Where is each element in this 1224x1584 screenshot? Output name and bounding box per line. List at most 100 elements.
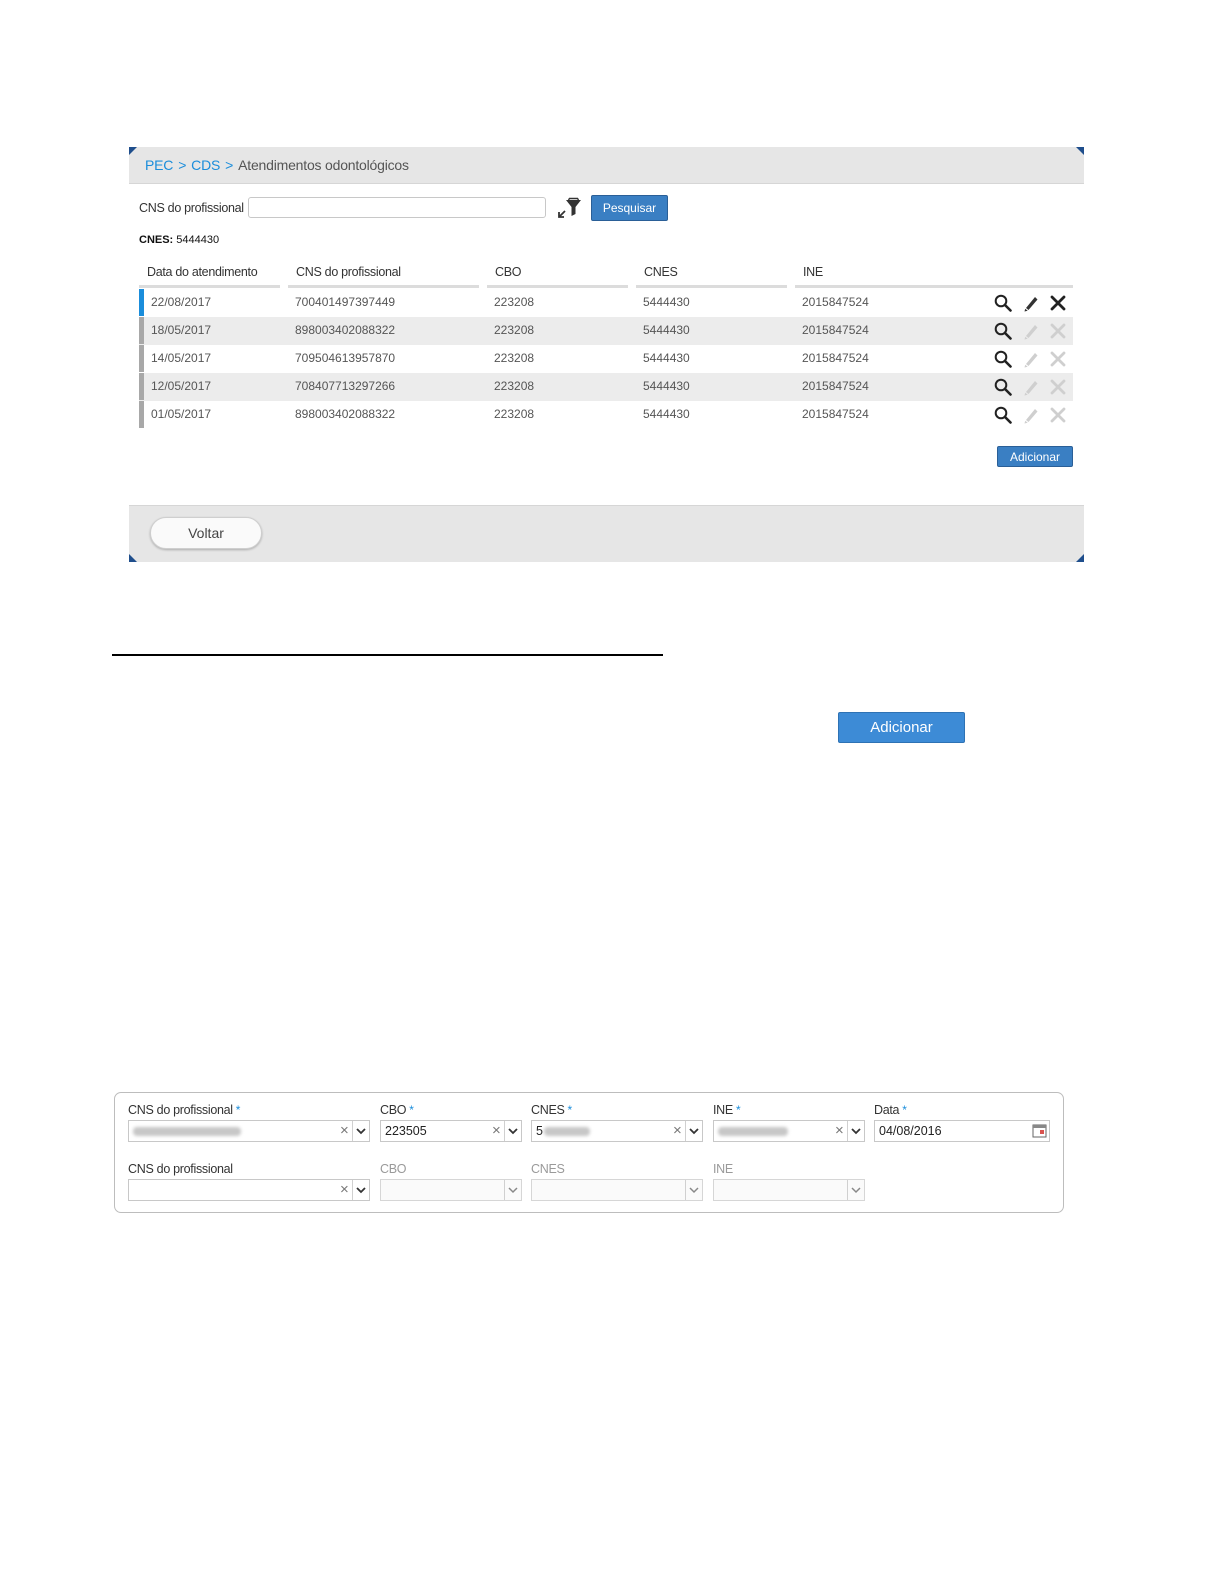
- cell-ine: 2015847524: [802, 407, 869, 421]
- cell-date: 01/05/2017: [151, 407, 212, 421]
- required-asterisk: *: [235, 1103, 241, 1117]
- row-selected-marker: [139, 289, 144, 316]
- corner-decoration: [129, 554, 137, 562]
- close-icon: [1047, 348, 1069, 370]
- cell-cnes: 5444430: [643, 351, 690, 365]
- form-label-cnes-secondary: CNES: [531, 1162, 565, 1176]
- chevron-down-icon[interactable]: [504, 1121, 521, 1141]
- pencil-icon: [1020, 348, 1042, 370]
- table-row[interactable]: 22/08/2017 700401497397449 223208 544443…: [139, 289, 1073, 317]
- search-icon[interactable]: [992, 348, 1014, 370]
- ine-combobox[interactable]: ×: [713, 1120, 865, 1142]
- corner-decoration: [129, 147, 137, 155]
- cbo-combobox[interactable]: 223505 ×: [380, 1120, 522, 1142]
- search-icon[interactable]: [992, 320, 1014, 342]
- cell-cnes: 5444430: [643, 295, 690, 309]
- chevron-down-icon[interactable]: [685, 1121, 702, 1141]
- cell-ine: 2015847524: [802, 295, 869, 309]
- clear-icon[interactable]: ×: [835, 1122, 844, 1139]
- required-asterisk: *: [567, 1103, 573, 1117]
- table-row[interactable]: 12/05/2017 708407713297266 223208 544443…: [139, 373, 1073, 401]
- column-divider: [288, 285, 479, 288]
- required-asterisk: *: [735, 1103, 741, 1117]
- clear-icon[interactable]: ×: [340, 1122, 349, 1139]
- form-label-cns-secondary: CNS do profissional: [128, 1162, 233, 1176]
- panel-header-bar: PEC > CDS > Atendimentos odontológicos: [129, 147, 1084, 184]
- search-icon[interactable]: [992, 404, 1014, 426]
- cell-cbo: 223208: [494, 295, 535, 309]
- column-header-cns[interactable]: CNS do profissional: [296, 265, 401, 279]
- chevron-down-icon: [847, 1180, 864, 1200]
- column-header-date[interactable]: Data do atendimento: [147, 265, 258, 279]
- cell-ine: 2015847524: [802, 351, 869, 365]
- table-row[interactable]: 18/05/2017 898003402088322 223208 544443…: [139, 317, 1073, 345]
- cell-cbo: 223208: [494, 323, 535, 337]
- cns-combobox-secondary[interactable]: ×: [128, 1179, 370, 1201]
- column-header-cbo[interactable]: CBO: [495, 265, 521, 279]
- clear-icon[interactable]: ×: [673, 1122, 682, 1139]
- close-icon: [1047, 376, 1069, 398]
- form-label-ine-secondary: INE: [713, 1162, 733, 1176]
- close-icon[interactable]: [1047, 292, 1069, 314]
- row-marker: [139, 345, 144, 372]
- cell-cbo: 223208: [494, 407, 535, 421]
- required-asterisk: *: [409, 1103, 414, 1117]
- form-label-cns: CNS do profissional *: [128, 1103, 241, 1117]
- cell-date: 22/08/2017: [151, 295, 212, 309]
- add-button-large[interactable]: Adicionar: [838, 712, 965, 743]
- pencil-icon[interactable]: [1020, 292, 1042, 314]
- cell-date: 18/05/2017: [151, 323, 212, 337]
- filter-cns-input[interactable]: [248, 197, 546, 218]
- cnes-info: CNES: 5444430: [139, 234, 219, 246]
- redacted-value: [133, 1127, 241, 1136]
- breadcrumb-link-cds[interactable]: CDS: [191, 157, 220, 173]
- row-marker: [139, 317, 144, 344]
- date-field[interactable]: 04/08/2016: [874, 1120, 1050, 1142]
- chevron-down-icon: [504, 1180, 521, 1200]
- cbo-value: 223505: [385, 1124, 427, 1138]
- column-header-cnes[interactable]: CNES: [644, 265, 678, 279]
- add-button[interactable]: Adicionar: [997, 446, 1073, 467]
- calendar-icon[interactable]: [1032, 1123, 1047, 1138]
- back-button[interactable]: Voltar: [150, 517, 262, 549]
- ine-combobox-secondary: [713, 1179, 865, 1201]
- chevron-down-icon[interactable]: [847, 1121, 864, 1141]
- form-label-ine: INE *: [713, 1103, 741, 1117]
- atendimentos-panel: PEC > CDS > Atendimentos odontológicos CNS d…: [129, 147, 1084, 562]
- cell-cbo: 223208: [494, 351, 535, 365]
- filter-clear-icon[interactable]: [557, 197, 583, 219]
- date-value: 04/08/2016: [879, 1124, 942, 1138]
- cns-combobox[interactable]: ×: [128, 1120, 370, 1142]
- form-label-cbo: CBO *: [380, 1103, 414, 1117]
- cell-cns: 708407713297266: [295, 379, 396, 393]
- cell-cns: 898003402088322: [295, 323, 396, 337]
- cnes-combobox[interactable]: 5 ×: [531, 1120, 703, 1142]
- table-row[interactable]: 14/05/2017 709504613957870 223208 544443…: [139, 345, 1073, 373]
- chevron-down-icon[interactable]: [352, 1121, 369, 1141]
- cell-cns: 700401497397449: [295, 295, 396, 309]
- cell-cnes: 5444430: [643, 407, 690, 421]
- pencil-icon: [1020, 404, 1042, 426]
- cell-date: 12/05/2017: [151, 379, 212, 393]
- search-icon[interactable]: [992, 376, 1014, 398]
- search-icon[interactable]: [992, 292, 1014, 314]
- table-row[interactable]: 01/05/2017 898003402088322 223208 544443…: [139, 401, 1073, 429]
- column-divider: [795, 285, 1073, 288]
- cell-cns: 709504613957870: [295, 351, 396, 365]
- close-icon: [1047, 404, 1069, 426]
- column-header-ine[interactable]: INE: [803, 265, 823, 279]
- cbo-combobox-secondary: [380, 1179, 522, 1201]
- breadcrumb-link-pec[interactable]: PEC: [145, 157, 173, 173]
- search-button[interactable]: Pesquisar: [591, 195, 668, 221]
- clear-icon[interactable]: ×: [492, 1122, 501, 1139]
- close-icon: [1047, 320, 1069, 342]
- chevron-down-icon[interactable]: [352, 1180, 369, 1200]
- cnes-value: 5: [536, 1124, 543, 1138]
- cnes-info-value: 5444430: [176, 234, 220, 246]
- chevron-down-icon: [685, 1180, 702, 1200]
- clear-icon[interactable]: ×: [340, 1181, 349, 1198]
- professional-form: CNS do profissional * CBO * CNES * INE * Dat…: [114, 1092, 1064, 1213]
- redacted-value: [718, 1127, 788, 1136]
- required-asterisk: *: [902, 1103, 907, 1117]
- form-label-data: Data *: [874, 1103, 907, 1117]
